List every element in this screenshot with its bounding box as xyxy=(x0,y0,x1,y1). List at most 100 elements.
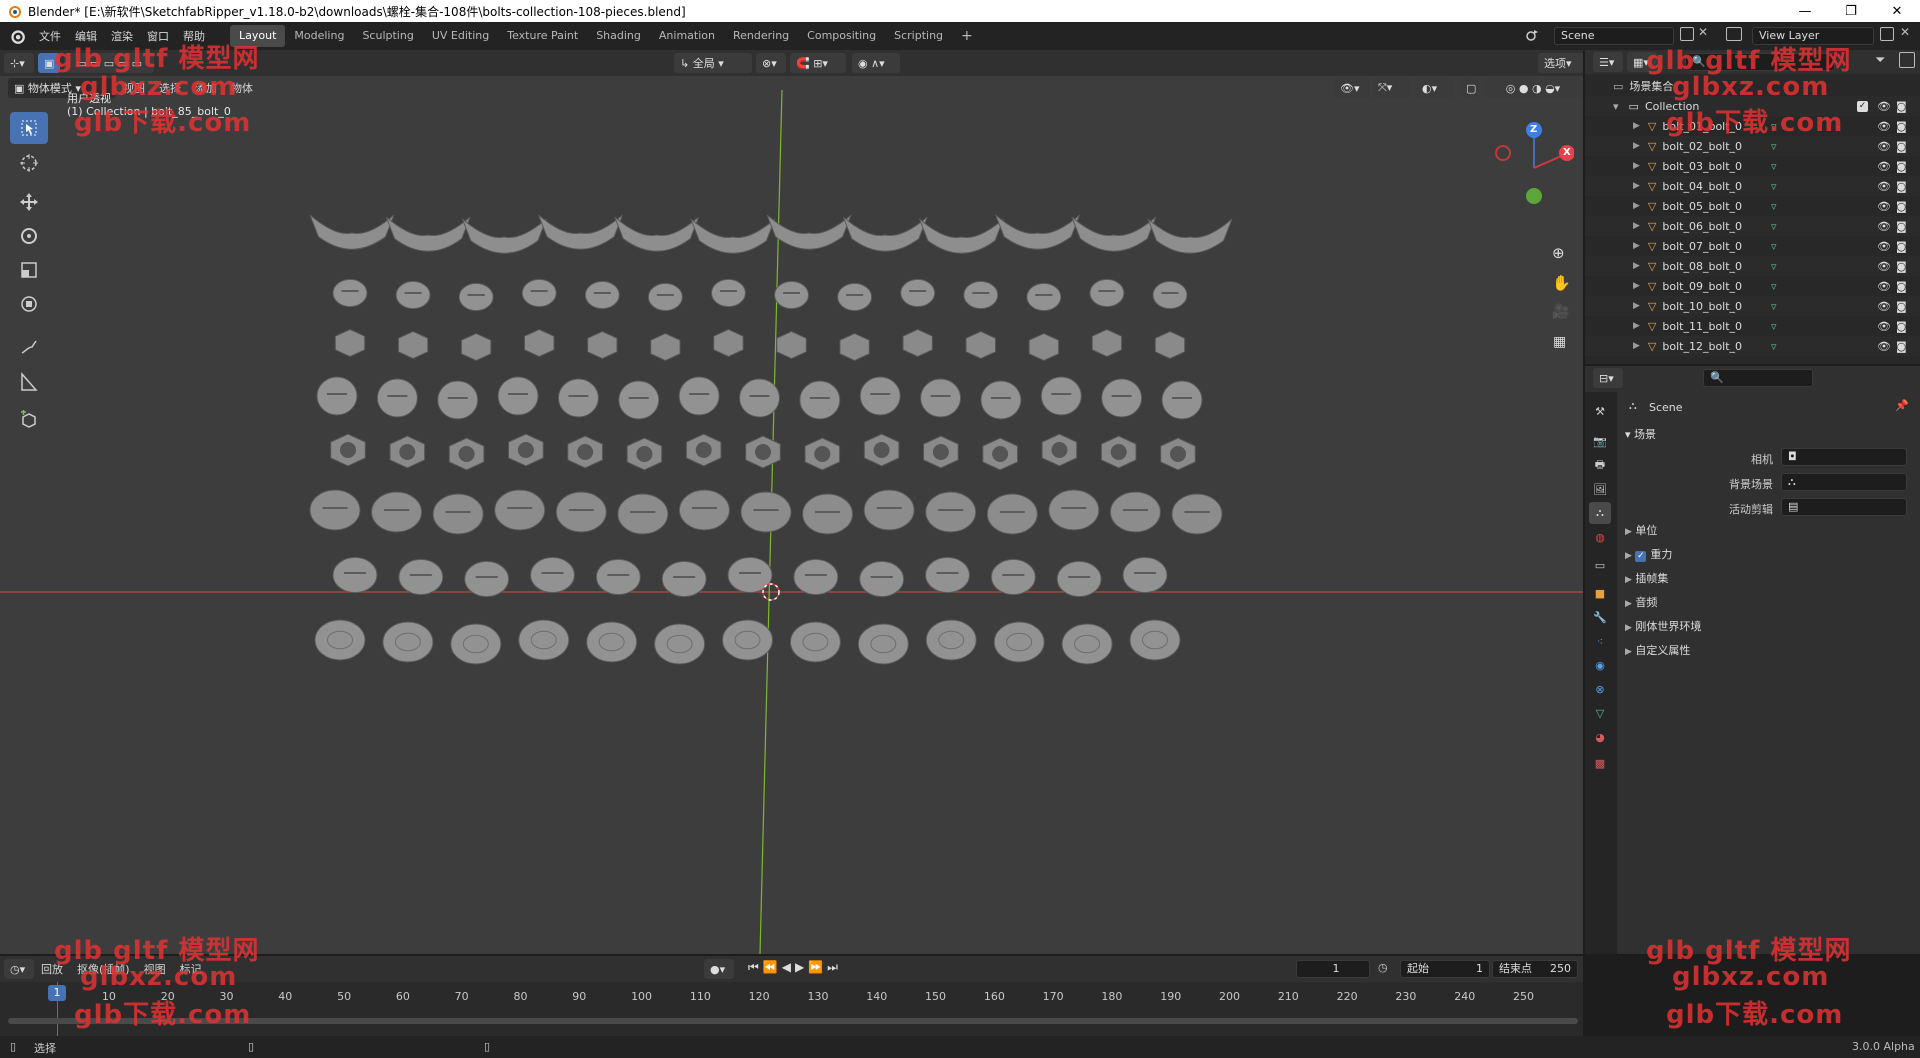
current-frame-field[interactable]: 1 xyxy=(1296,960,1370,978)
expand-arrow-icon[interactable]: ▶ xyxy=(1633,341,1640,351)
camera-view-icon[interactable]: 🎥 xyxy=(1552,304,1569,320)
playhead-frame-indicator[interactable]: 1 xyxy=(48,985,66,1001)
material-tab-icon[interactable]: ◕ xyxy=(1589,726,1611,748)
panel-expand-arrow-icon[interactable]: ▶ xyxy=(1625,599,1632,609)
outliner-item-row[interactable]: ▶ ▽ bolt_11_bolt_0 ▿ 👁 ◙ xyxy=(1585,316,1920,336)
tab-texture-paint[interactable]: Texture Paint xyxy=(498,25,587,47)
timeline-editor-type-icon[interactable]: ◷▾ xyxy=(4,959,34,979)
expand-arrow-icon[interactable]: ▶ xyxy=(1633,181,1640,191)
camera-field[interactable]: ◘ xyxy=(1781,448,1907,466)
render-camera-icon[interactable]: ◙ xyxy=(1896,180,1907,193)
expand-arrow-icon[interactable]: ▶ xyxy=(1633,321,1640,331)
gravity-checkbox[interactable]: ✓ xyxy=(1635,551,1647,562)
visibility-eye-icon[interactable]: 👁 xyxy=(1877,180,1891,193)
visibility-eye-icon[interactable]: 👁 xyxy=(1877,200,1891,213)
scene-type-icon[interactable] xyxy=(1524,26,1542,44)
visibility-eye-icon[interactable]: 👁 xyxy=(1877,240,1891,253)
render-camera-icon[interactable]: ◙ xyxy=(1896,340,1907,353)
property-panel-header[interactable]: ▶ 音频 xyxy=(1625,594,1657,610)
visibility-eye-icon[interactable]: 👁 xyxy=(1877,340,1891,353)
collection-visibility-icon[interactable]: 👁 xyxy=(1877,100,1891,113)
panel-expand-arrow-icon[interactable]: ▶ xyxy=(1625,527,1632,537)
outliner-item-row[interactable]: ▶ ▽ bolt_06_bolt_0 ▿ 👁 ◙ xyxy=(1585,216,1920,236)
expand-arrow-icon[interactable]: ▶ xyxy=(1633,301,1640,311)
render-camera-icon[interactable]: ◙ xyxy=(1896,240,1907,253)
visibility-eye-icon[interactable]: 👁 xyxy=(1877,320,1891,333)
expand-arrow-icon[interactable]: ▶ xyxy=(1633,121,1640,131)
add-workspace-button[interactable]: + xyxy=(952,25,982,47)
data-tab-icon[interactable]: ▽ xyxy=(1589,702,1611,724)
visibility-eye-icon[interactable]: 👁 xyxy=(1877,120,1891,133)
zoom-icon[interactable]: ⊕ xyxy=(1552,244,1565,262)
perspective-toggle-icon[interactable]: ▦ xyxy=(1553,334,1566,350)
mesh-data-icon[interactable]: ▿ xyxy=(1771,300,1777,313)
render-camera-icon[interactable]: ◙ xyxy=(1896,300,1907,313)
maximize-button[interactable]: ❐ xyxy=(1828,0,1874,22)
property-panel-header[interactable]: ▶ 自定义属性 xyxy=(1625,642,1690,658)
scene-canvas[interactable] xyxy=(0,50,1583,954)
pin-icon[interactable]: 📌 xyxy=(1895,399,1909,412)
visibility-eye-icon[interactable]: 👁 xyxy=(1877,160,1891,173)
mesh-data-icon[interactable]: ▿ xyxy=(1771,220,1777,233)
panel-expand-arrow-icon[interactable]: ▶ xyxy=(1625,647,1632,657)
expand-arrow-icon[interactable]: ▶ xyxy=(1633,221,1640,231)
mesh-data-icon[interactable]: ▿ xyxy=(1771,240,1777,253)
render-camera-icon[interactable]: ◙ xyxy=(1896,140,1907,153)
background-scene-field[interactable]: ⛬ xyxy=(1781,473,1907,491)
visibility-eye-icon[interactable]: 👁 xyxy=(1877,300,1891,313)
collapse-arrow-icon[interactable]: ▾ xyxy=(1613,100,1619,113)
mesh-data-icon[interactable]: ▿ xyxy=(1771,200,1777,213)
outliner-item-row[interactable]: ▶ ▽ bolt_02_bolt_0 ▿ 👁 ◙ xyxy=(1585,136,1920,156)
expand-arrow-icon[interactable]: ▶ xyxy=(1633,141,1640,151)
panel-expand-arrow-icon[interactable]: ▶ xyxy=(1625,551,1632,561)
collection-tab-icon[interactable]: ▭ xyxy=(1589,554,1611,576)
world-tab-icon[interactable]: ◍ xyxy=(1589,526,1611,548)
render-camera-icon[interactable]: ◙ xyxy=(1896,200,1907,213)
close-window-button[interactable]: ✕ xyxy=(1874,0,1920,22)
visibility-eye-icon[interactable]: 👁 xyxy=(1877,260,1891,273)
outliner-item-row[interactable]: ▶ ▽ bolt_09_bolt_0 ▿ 👁 ◙ xyxy=(1585,276,1920,296)
clock-icon[interactable]: ◷ xyxy=(1378,961,1388,974)
particles-tab-icon[interactable]: ⁖ xyxy=(1589,630,1611,652)
texture-tab-icon[interactable]: ▩ xyxy=(1589,752,1611,774)
render-tab-icon[interactable]: 📷 xyxy=(1589,430,1611,452)
mesh-data-icon[interactable]: ▿ xyxy=(1771,260,1777,273)
minimize-button[interactable]: — xyxy=(1782,0,1828,22)
tab-shading[interactable]: Shading xyxy=(587,25,650,47)
mesh-data-icon[interactable]: ▿ xyxy=(1771,140,1777,153)
properties-editor-type-icon[interactable]: ⊟▾ xyxy=(1593,368,1623,388)
playback-controls[interactable]: ⏮⏪◀▶⏩⏭ xyxy=(748,960,842,975)
mesh-data-icon[interactable]: ▿ xyxy=(1771,160,1777,173)
outliner-item-row[interactable]: ▶ ▽ bolt_03_bolt_0 ▿ 👁 ◙ xyxy=(1585,156,1920,176)
mesh-data-icon[interactable]: ▿ xyxy=(1771,340,1777,353)
expand-arrow-icon[interactable]: ▶ xyxy=(1633,241,1640,251)
tool-tab-icon[interactable]: ⚒ xyxy=(1589,400,1611,422)
outliner-item-row[interactable]: ▶ ▽ bolt_12_bolt_0 ▿ 👁 ◙ xyxy=(1585,336,1920,356)
outliner-item-row[interactable]: ▶ ▽ bolt_08_bolt_0 ▿ 👁 ◙ xyxy=(1585,256,1920,276)
start-frame-field[interactable]: 起始 1 xyxy=(1400,960,1490,978)
new-collection-icon[interactable] xyxy=(1899,52,1915,68)
view-layer-tab-icon[interactable]: 🖼 xyxy=(1589,478,1611,500)
collection-render-icon[interactable]: ◙ xyxy=(1896,100,1907,113)
constraints-tab-icon[interactable]: ⊗ xyxy=(1589,678,1611,700)
visibility-eye-icon[interactable]: 👁 xyxy=(1877,220,1891,233)
blender-menu-icon[interactable] xyxy=(8,27,26,45)
visibility-eye-icon[interactable]: 👁 xyxy=(1877,280,1891,293)
render-camera-icon[interactable]: ◙ xyxy=(1896,260,1907,273)
new-view-layer-icon[interactable] xyxy=(1880,27,1894,41)
expand-arrow-icon[interactable]: ▶ xyxy=(1633,261,1640,271)
outliner-item-row[interactable]: ▶ ▽ bolt_10_bolt_0 ▿ 👁 ◙ xyxy=(1585,296,1920,316)
property-panel-header[interactable]: ▶ ✓ 重力 xyxy=(1625,546,1672,562)
record-button[interactable]: ●▾ xyxy=(704,959,734,979)
scene-section-header[interactable]: ▾ 场景 xyxy=(1625,426,1656,442)
end-frame-field[interactable]: 结束点 250 xyxy=(1492,960,1578,978)
object-tab-icon[interactable]: ■ xyxy=(1589,582,1611,604)
panel-expand-arrow-icon[interactable]: ▶ xyxy=(1625,575,1632,585)
mesh-data-icon[interactable]: ▿ xyxy=(1771,280,1777,293)
filter-icon[interactable]: ⏷ xyxy=(1875,53,1885,68)
outliner-item-row[interactable]: ▶ ▽ bolt_04_bolt_0 ▿ 👁 ◙ xyxy=(1585,176,1920,196)
mesh-data-icon[interactable]: ▿ xyxy=(1771,320,1777,333)
outliner-editor-type-icon[interactable]: ☰▾ xyxy=(1593,52,1623,72)
outliner-item-row[interactable]: ▶ ▽ bolt_05_bolt_0 ▿ 👁 ◙ xyxy=(1585,196,1920,216)
expand-arrow-icon[interactable]: ▶ xyxy=(1633,281,1640,291)
